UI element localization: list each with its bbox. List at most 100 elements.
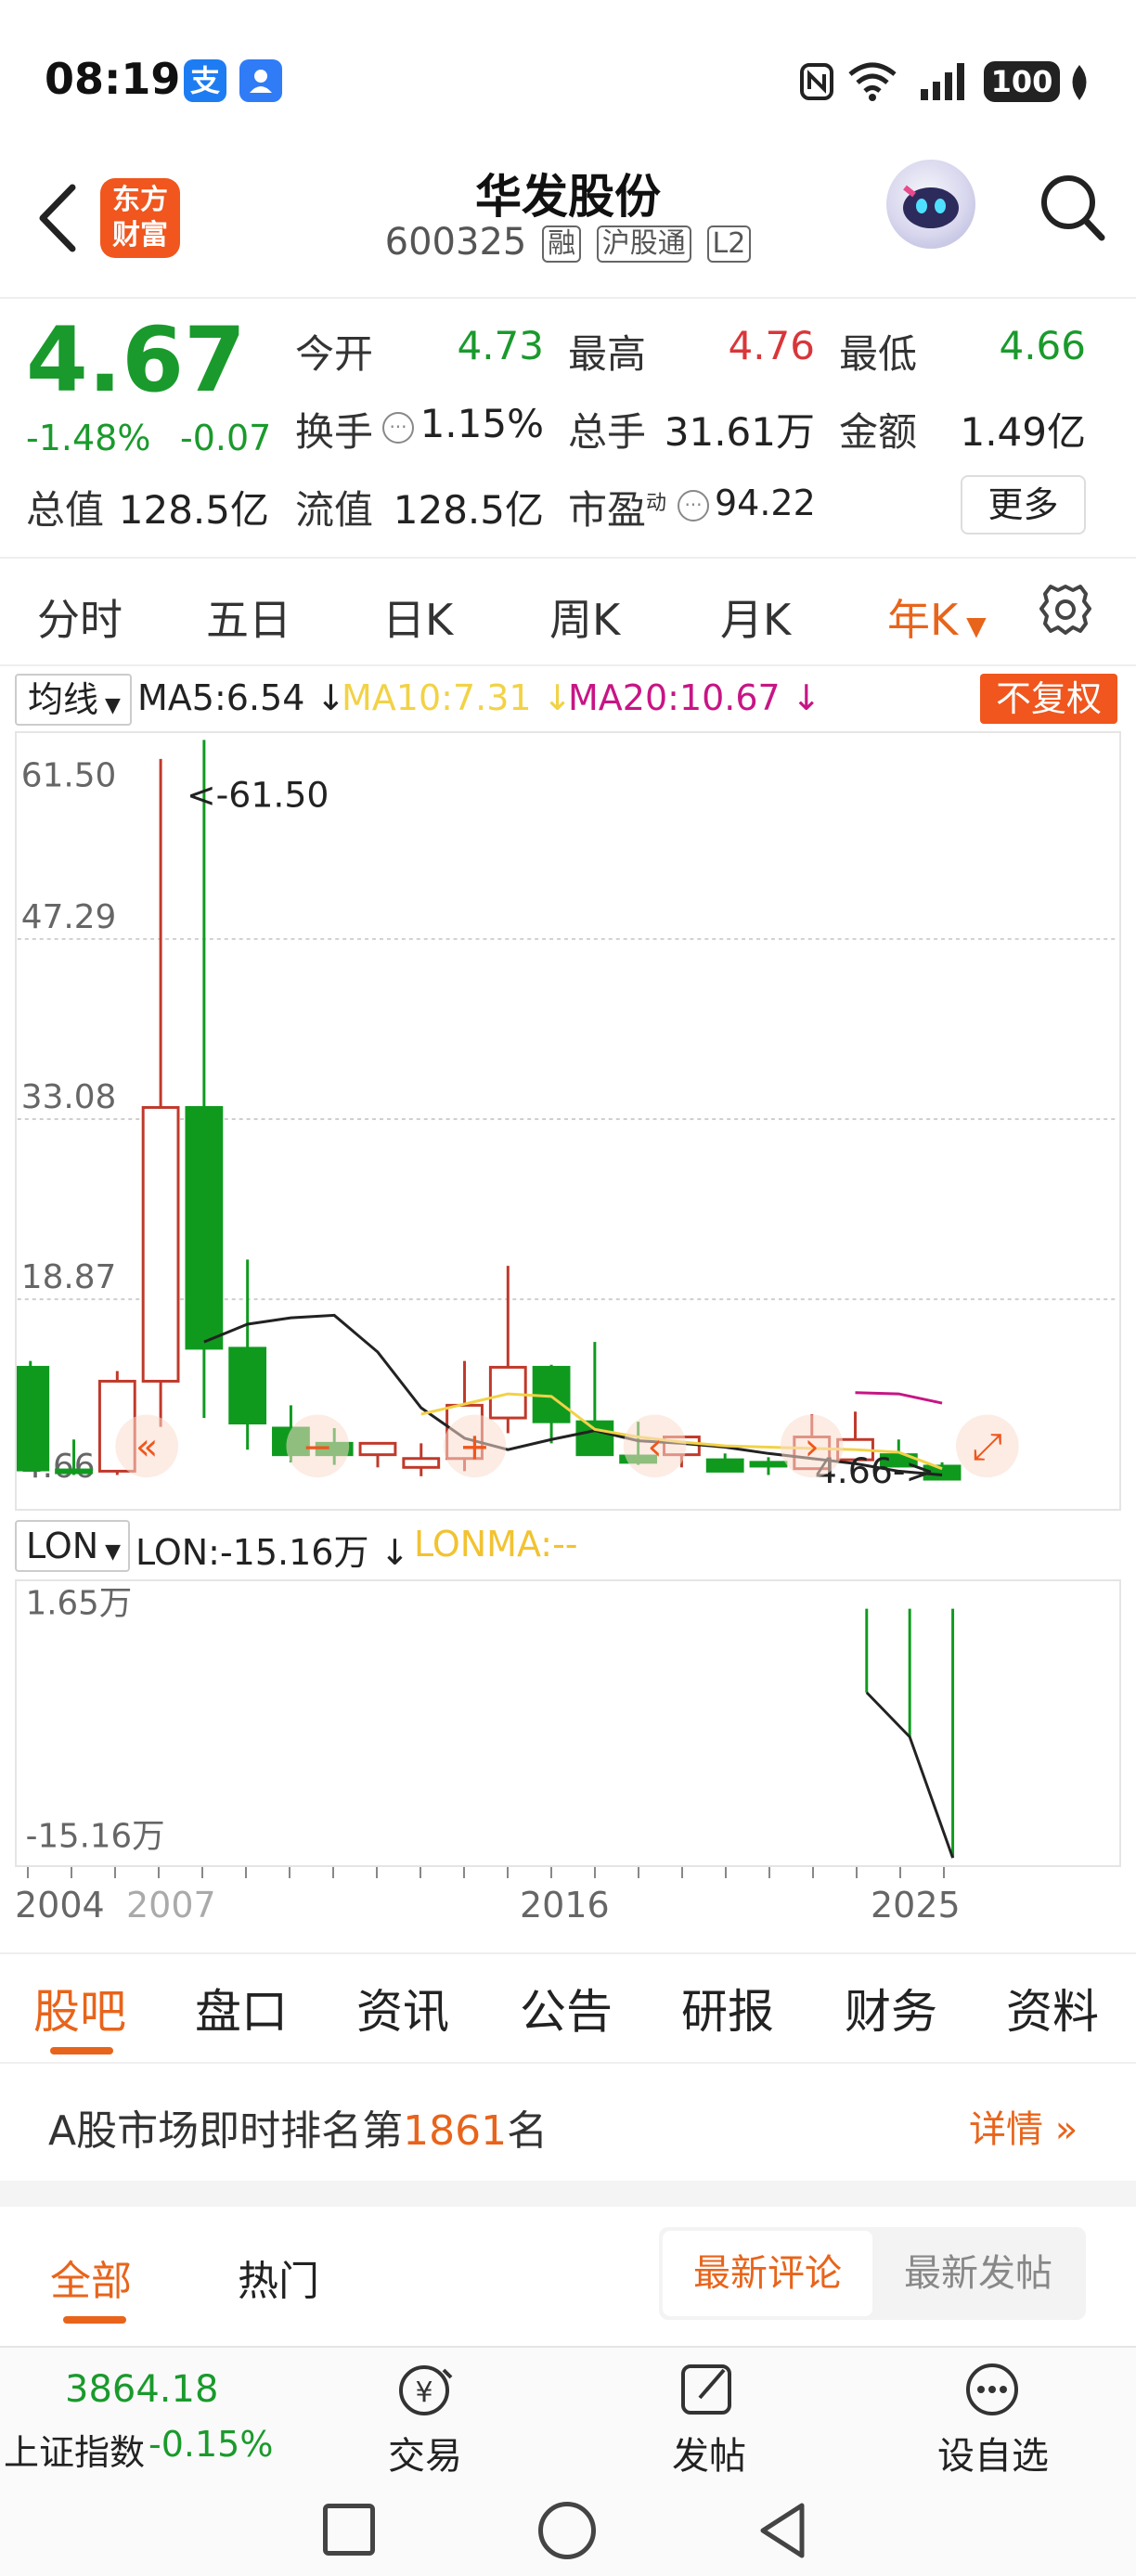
connect-tag: 沪股通: [596, 225, 691, 263]
max-price-label: <-61.50: [187, 775, 329, 816]
low-label: 最低: [839, 331, 918, 377]
trade-label[interactable]: 交易: [388, 2426, 462, 2479]
filter-all[interactable]: 全部: [50, 2248, 132, 2307]
year-label: 2025: [871, 1885, 961, 1926]
tab-monthly-k[interactable]: 月K: [720, 586, 791, 648]
l2-tag: L2: [706, 225, 752, 263]
candle-body: [402, 1457, 441, 1469]
pe-superscript: 动: [646, 492, 667, 515]
open-label: 今开: [295, 331, 374, 377]
tab-research[interactable]: 研报: [681, 1975, 774, 2041]
next-icon: ›: [780, 1414, 844, 1478]
tab-panko[interactable]: 盘口: [195, 1975, 288, 2041]
stock-header: 东方 财富 华发股份 600325 融 沪股通 L2: [0, 139, 1136, 297]
battery-icon: 100: [984, 61, 1060, 102]
index-name[interactable]: 上证指数: [4, 2424, 145, 2475]
y-tick-label: 33.08: [21, 1078, 117, 1116]
candle-body: [17, 1365, 50, 1472]
indicator-row: 均线 ▼ MA5:6.54 ↓ MA10:7.31 ↓ MA20:10.67 ↓…: [0, 668, 1136, 731]
tab-announcements[interactable]: 公告: [520, 1975, 613, 2041]
detail-link[interactable]: 详情 »: [969, 2099, 1078, 2153]
tab-daily-k[interactable]: 日K: [382, 586, 453, 648]
tab-guba[interactable]: 股吧: [33, 1975, 126, 2041]
back-nav-button[interactable]: [754, 2500, 811, 2561]
kline-chart[interactable]: 61.5047.2933.0818.874.66<-61.504.66->« − +…: [15, 731, 1121, 1511]
post-label[interactable]: 发帖: [672, 2426, 746, 2479]
nfc-icon: [800, 63, 833, 100]
float-value-label: 流值: [295, 487, 374, 533]
svg-text:«: «: [136, 1425, 158, 1468]
candle-body: [185, 1105, 224, 1350]
filter-hot[interactable]: 热门: [238, 2248, 319, 2307]
float-value: 128.5亿: [393, 487, 544, 533]
system-nav-bar: [0, 2485, 1136, 2576]
volume-label: 总手: [568, 409, 647, 455]
pe-info-icon[interactable]: ···: [678, 490, 709, 522]
volume-value: 31.61万: [664, 409, 815, 455]
svg-text:+: +: [459, 1425, 490, 1468]
rank-bar[interactable]: A股市场即时排名第1861名 详情 »: [0, 2062, 1136, 2181]
lon-select-label: LON: [26, 1526, 99, 1566]
status-bar: 08:19 支 100: [0, 0, 1136, 139]
tab-news[interactable]: 资讯: [356, 1975, 449, 2041]
search-icon[interactable]: [1035, 165, 1109, 249]
filter-indicator: [63, 2316, 126, 2324]
tab-intraday[interactable]: 分时: [37, 586, 123, 648]
alipay-icon: 支: [184, 59, 226, 102]
open-value: 4.73: [457, 323, 544, 368]
lon-select[interactable]: LON ▼: [15, 1520, 130, 1572]
tab-profile[interactable]: 资料: [1006, 1975, 1099, 2041]
candle-body: [358, 1441, 397, 1457]
lon-chart[interactable]: 1.65万 -15.16万: [15, 1579, 1121, 1867]
high-value: 4.76: [728, 323, 815, 368]
svg-text:¥: ¥: [415, 2376, 432, 2409]
index-change: -0.15%: [148, 2424, 274, 2465]
tab-yearly-k[interactable]: 年K ▼: [887, 586, 987, 648]
sort-latest-post[interactable]: 最新发帖: [874, 2231, 1082, 2316]
candle-body: [141, 1105, 180, 1383]
total-value: 128.5亿: [118, 487, 269, 533]
turnover-value: 1.15%: [420, 401, 544, 446]
lon-value: LON:-15.16万 ↓: [136, 1532, 410, 1573]
quote-panel: 4.67 -1.48% -0.07 今开 4.73 最高 4.76 最低 4.6…: [0, 297, 1136, 557]
gear-icon[interactable]: [1036, 579, 1095, 644]
ma-select[interactable]: 均线 ▼: [15, 674, 132, 726]
period-tabs: 分时 五日 日K 周K 月K 年K ▼: [0, 557, 1136, 666]
more-button[interactable]: 更多: [961, 475, 1086, 535]
svg-text:−: −: [303, 1425, 333, 1468]
signal-icon: [921, 63, 964, 100]
svg-text:‹: ‹: [648, 1425, 663, 1468]
year-label: 2007: [126, 1885, 216, 1926]
tab-finance[interactable]: 财务: [845, 1975, 937, 2041]
recents-button[interactable]: [323, 2504, 375, 2556]
tab-yearly-k-label: 年K: [887, 595, 959, 645]
trade-icon[interactable]: ¥: [390, 2361, 458, 2418]
year-label: 2016: [520, 1885, 610, 1926]
rank-number: 1861: [403, 2107, 508, 2155]
chevron-down-icon: ▼: [98, 1540, 122, 1564]
info-icon[interactable]: ···: [382, 412, 414, 444]
edit-post-icon[interactable]: [678, 2361, 739, 2418]
prev-icon: ‹: [623, 1414, 687, 1478]
stock-code: 600325: [384, 221, 527, 264]
svg-text:›: ›: [805, 1425, 820, 1468]
tab-five-day[interactable]: 五日: [206, 586, 291, 648]
zoom-out-icon: −: [286, 1414, 350, 1478]
amount-label: 金额: [839, 409, 918, 455]
wifi-icon: [848, 62, 897, 101]
robot-avatar[interactable]: [886, 160, 975, 249]
tab-weekly-k[interactable]: 周K: [549, 586, 620, 648]
home-button[interactable]: [538, 2502, 596, 2559]
index-value[interactable]: 3864.18: [65, 2368, 218, 2411]
y-tick-label: 18.87: [21, 1258, 117, 1296]
adjust-button[interactable]: 不复权: [980, 674, 1117, 724]
watchlist-label[interactable]: 设自选: [937, 2426, 1049, 2479]
svg-text:⤢: ⤢: [973, 1425, 1002, 1468]
sort-latest-comment[interactable]: 最新评论: [663, 2231, 872, 2316]
fullscreen-icon: ⤢: [956, 1414, 1019, 1478]
current-price: 4.67: [26, 308, 246, 412]
ma20-label: MA20:10.67 ↓: [568, 677, 821, 718]
y-tick-label: 47.29: [21, 898, 117, 936]
double-chevron-icon: »: [1043, 2108, 1078, 2151]
more-dots-icon[interactable]: [962, 2361, 1023, 2418]
